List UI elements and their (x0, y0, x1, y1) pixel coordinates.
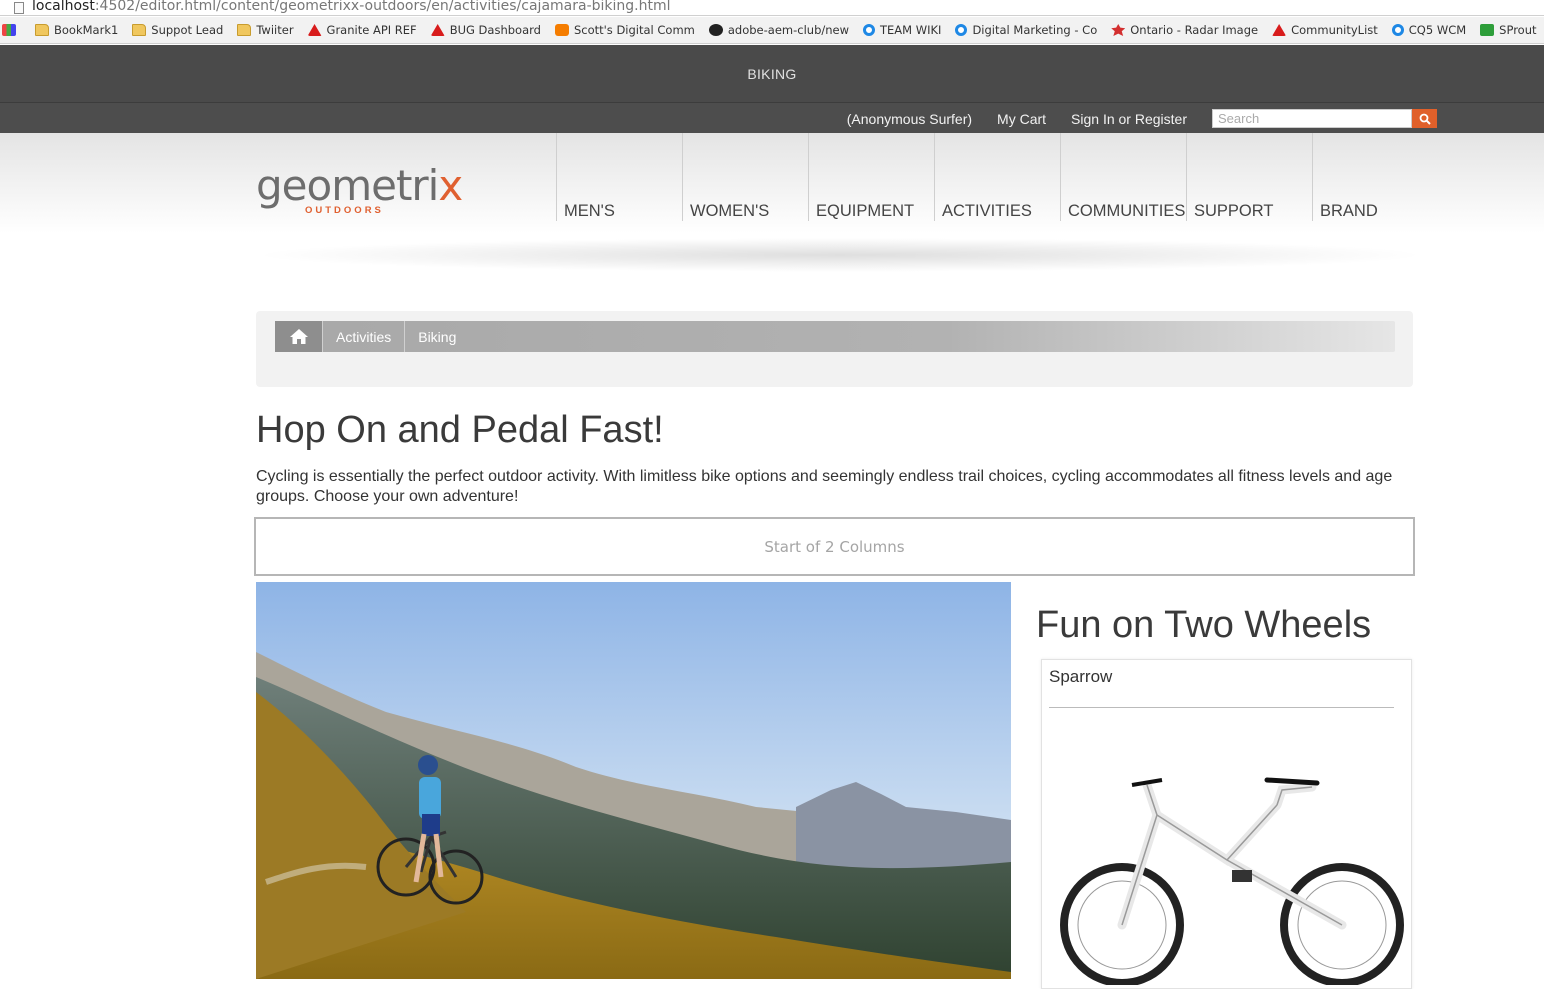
page-icon (14, 1, 24, 14)
bookmark-item[interactable]: SProut (1480, 23, 1537, 37)
bookmark-label: Ontario - Radar Image (1130, 23, 1259, 37)
bookmark-item[interactable]: Scott's Digital Comm (554, 23, 695, 37)
sprout-icon (1480, 24, 1495, 36)
site-header: geometrix OUTDOORS MEN'S WOMEN'S EQUIPME… (0, 133, 1544, 233)
bookmark-label: Digital Marketing - Co (972, 23, 1098, 37)
nav-item-brand[interactable]: BRAND (1312, 133, 1438, 221)
biking-hero-image (256, 582, 1011, 979)
bookmark-label: CQ5 WCM (1408, 23, 1467, 37)
intro-paragraph: Cycling is essentially the perfect outdo… (256, 468, 1393, 505)
user-bar: (Anonymous Surfer) My Cart Sign In or Re… (0, 102, 1544, 133)
my-cart-link[interactable]: My Cart (997, 111, 1046, 127)
nav-item-communities[interactable]: COMMUNITIES (1060, 133, 1186, 221)
sign-in-register-link[interactable]: Sign In or Register (1071, 111, 1187, 127)
apps-icon (2, 24, 16, 36)
main-nav: MEN'S WOMEN'S EQUIPMENT ACTIVITIES COMMU… (556, 133, 1438, 221)
anonymous-user-link[interactable]: (Anonymous Surfer) (847, 111, 972, 127)
nav-item-activities[interactable]: ACTIVITIES (934, 133, 1060, 221)
apps-button[interactable] (2, 24, 21, 36)
bookmark-item[interactable]: TEAM WIKI (863, 23, 941, 37)
bookmark-label: adobe-aem-club/new (727, 23, 850, 37)
bookmark-label: Suppot Lead (151, 23, 224, 37)
search-icon (1419, 113, 1431, 125)
bookmark-item[interactable]: CommunityList (1272, 23, 1378, 37)
adobe-icon (430, 24, 445, 36)
folder-icon (35, 24, 49, 36)
bookmark-label: CommunityList (1291, 23, 1378, 37)
home-icon (289, 329, 308, 344)
search-button[interactable] (1412, 109, 1437, 128)
bookmark-label: BUG Dashboard (449, 23, 541, 37)
github-icon (708, 24, 723, 36)
breadcrumb-activities[interactable]: Activities (323, 321, 406, 352)
bookmark-item[interactable]: Ontario - Radar Image (1111, 23, 1258, 37)
site-top-bar: BIKING (0, 45, 1544, 102)
side-column-title: Fun on Two Wheels (1036, 604, 1372, 646)
bookmarks-bar: BookMark1 Suppot Lead Twiiter Granite API R… (0, 17, 1544, 44)
nav-item-womens[interactable]: WOMEN'S (682, 133, 808, 221)
bookmark-item[interactable]: adobe-aem-club/new (708, 23, 850, 37)
bookmark-label: SProut (1499, 23, 1537, 37)
logo-word: geometrix (256, 161, 463, 210)
page-label: BIKING (747, 65, 797, 82)
bookmark-item[interactable]: CQ5 WCM (1391, 23, 1467, 37)
geometrixx-logo[interactable]: geometrix OUTDOORS (256, 161, 463, 217)
bookmark-item[interactable]: Granite API REF (307, 23, 417, 37)
search-input[interactable]: Search (1212, 109, 1412, 128)
blogger-icon (554, 24, 569, 36)
ring-icon (1391, 24, 1404, 36)
bookmark-label: BookMark1 (54, 23, 119, 37)
bookmark-item[interactable]: Suppot Lead (132, 23, 223, 37)
url-text[interactable]: localhost:4502/editor.html/content/geome… (32, 0, 671, 13)
address-bar[interactable]: localhost:4502/editor.html/content/geome… (0, 0, 1544, 16)
product-divider (1049, 707, 1394, 708)
breadcrumb-container: Activities Biking (256, 311, 1413, 387)
header-shadow (250, 238, 1430, 272)
bookmark-item[interactable]: BookMark1 (35, 23, 118, 37)
bookmark-item[interactable]: Twiiter (237, 23, 294, 37)
bike-product-image (1060, 777, 1404, 985)
nav-item-equipment[interactable]: EQUIPMENT (808, 133, 934, 221)
breadcrumb-biking[interactable]: Biking (405, 321, 469, 352)
bookmark-label: Twiiter (256, 23, 294, 37)
breadcrumb: Activities Biking (275, 321, 1395, 352)
adobe-icon (307, 24, 322, 36)
nav-item-support[interactable]: SUPPORT (1186, 133, 1312, 221)
folder-icon (237, 24, 252, 36)
bookmark-label: TEAM WIKI (880, 23, 942, 37)
adobe-icon (1272, 24, 1287, 36)
bookmark-item[interactable]: BUG Dashboard (430, 23, 541, 37)
breadcrumb-home[interactable] (275, 321, 323, 352)
columns-placeholder[interactable]: Start of 2 Columns (254, 517, 1415, 576)
folder-icon (132, 24, 147, 36)
ring-icon (863, 24, 876, 36)
page-title: Hop On and Pedal Fast! (256, 409, 664, 451)
nav-item-mens[interactable]: MEN'S (556, 133, 682, 221)
bookmark-label: Granite API REF (326, 23, 417, 37)
maple-leaf-icon (1111, 24, 1126, 36)
ring-icon (955, 24, 968, 36)
product-name[interactable]: Sparrow (1049, 667, 1112, 687)
product-card[interactable]: Sparrow (1041, 659, 1412, 989)
bookmark-label: Scott's Digital Comm (573, 23, 695, 37)
bookmark-item[interactable]: Digital Marketing - Co (955, 23, 1097, 37)
